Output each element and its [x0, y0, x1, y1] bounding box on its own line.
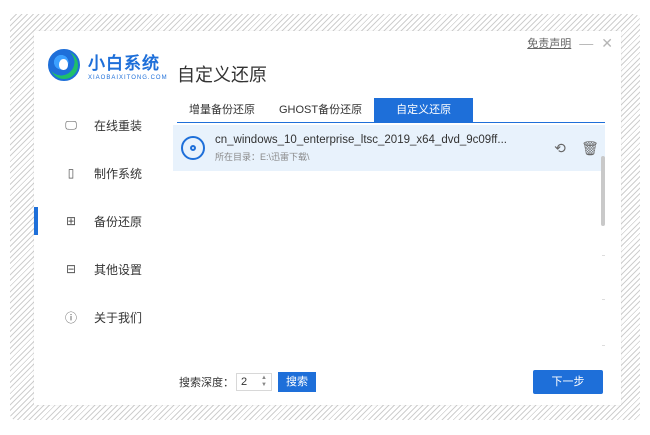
search-depth-group: 搜索深度： 2 ▲ ▼ 搜索: [179, 372, 316, 392]
logo-subtitle: XIAOBAIXITONG.COM: [88, 75, 168, 81]
sidebar-item-online-reinstall[interactable]: 🖵 在线重装: [34, 101, 164, 149]
scrollbar[interactable]: [601, 156, 605, 226]
tab-custom-restore[interactable]: 自定义还原: [374, 98, 474, 122]
stepper-up-icon[interactable]: ▲: [261, 375, 267, 382]
grid-icon: ⊞: [65, 214, 77, 228]
disclaimer-link[interactable]: 免责声明: [527, 35, 571, 51]
sidebar-item-backup-restore[interactable]: ⊞ 备份还原: [34, 197, 164, 245]
minimize-icon[interactable]: —: [579, 36, 593, 50]
disc-icon: [181, 136, 205, 160]
scroll-track-mark: [602, 255, 605, 256]
sidebar-item-other-settings[interactable]: ⊟ 其他设置: [34, 245, 164, 293]
next-button[interactable]: 下一步: [533, 370, 603, 394]
search-depth-stepper[interactable]: 2 ▲ ▼: [236, 373, 272, 391]
search-depth-label: 搜索深度：: [179, 377, 234, 389]
search-depth-value: 2: [241, 376, 248, 388]
search-button[interactable]: 搜索: [278, 372, 316, 392]
titlebar-controls: 免责声明 — ✕: [527, 35, 613, 51]
close-icon[interactable]: ✕: [601, 36, 613, 50]
sidebar-item-label: 关于我们: [94, 310, 143, 325]
tab-incremental-backup[interactable]: 增量备份还原: [177, 98, 267, 122]
scroll-track-mark: [602, 299, 605, 300]
sidebar-item-label: 制作系统: [94, 166, 143, 181]
sidebar-item-label: 备份还原: [94, 214, 143, 229]
usb-icon: ▯: [67, 166, 75, 180]
stepper-down-icon[interactable]: ▼: [261, 382, 267, 389]
sidebar-item-label: 在线重装: [94, 118, 143, 133]
info-icon: ⓘ: [64, 310, 77, 325]
file-directory: 所在目录：E:\迅雷下载\: [215, 151, 310, 162]
sidebar-item-about-us[interactable]: ⓘ 关于我们: [34, 293, 164, 341]
file-name: cn_windows_10_enterprise_ltsc_2019_x64_d…: [215, 133, 507, 146]
logo-icon: [48, 49, 80, 81]
app-logo: 小白系统 XIAOBAIXITONG.COM: [48, 49, 168, 81]
app-window: 免责声明 — ✕ 小白系统 XIAOBAIXITONG.COM 自定义还原 🖵 …: [34, 31, 621, 405]
sidebar-item-label: 其他设置: [94, 262, 143, 277]
scroll-track-mark: [602, 345, 605, 346]
tab-ghost-backup[interactable]: GHOST备份还原: [267, 98, 374, 122]
sidebar-item-make-system[interactable]: ▯ 制作系统: [34, 149, 164, 197]
tab-bar: 增量备份还原 GHOST备份还原 自定义还原: [177, 98, 474, 122]
trash-icon[interactable]: 🗑: [575, 140, 605, 157]
logo-title: 小白系统: [88, 54, 160, 73]
restore-icon[interactable]: ⟲: [545, 140, 575, 157]
monitor-icon: 🖵: [65, 117, 77, 132]
tab-underline: [177, 122, 605, 123]
list-item[interactable]: cn_windows_10_enterprise_ltsc_2019_x64_d…: [173, 125, 605, 171]
sidebar: 🖵 在线重装 ▯ 制作系统 ⊞ 备份还原 ⊟ 其他设置 ⓘ 关于我们: [34, 101, 164, 341]
toolbox-icon: ⊟: [65, 262, 77, 276]
page-title: 自定义还原: [177, 65, 267, 85]
